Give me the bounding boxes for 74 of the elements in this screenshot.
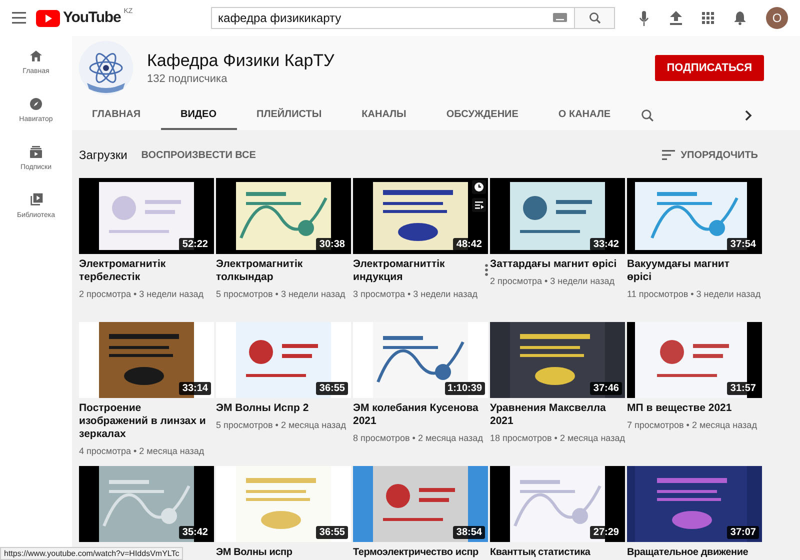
duration-badge: 38:54 [453, 526, 485, 539]
video-title[interactable]: Электромагниттік индукция [353, 258, 488, 284]
subscribe-button[interactable]: ПОДПИСАТЬСЯ [654, 55, 764, 81]
channel-tab[interactable]: О КАНАЛЕ [538, 100, 631, 130]
video-title[interactable]: Уравнения Максвелла 2021 [490, 402, 625, 428]
clock-icon[interactable] [472, 180, 486, 194]
channel-tab[interactable]: ОБСУЖДЕНИЕ [426, 100, 538, 130]
apps-grid-icon[interactable] [702, 12, 714, 24]
video-title[interactable]: Кванттық статистика [490, 546, 625, 559]
duration-badge: 33:42 [590, 238, 622, 251]
video-title[interactable]: Термоэлектричество испр [353, 546, 488, 559]
video-title[interactable]: ЭМ Волны Испр 2 [216, 402, 351, 415]
upload-icon[interactable] [670, 11, 682, 25]
video-meta: 2 просмотра • 3 недели назад [79, 288, 204, 300]
video-meta: 5 просмотров • 2 месяца назад [216, 419, 347, 431]
video-title[interactable]: МП в веществе 2021 [627, 402, 762, 415]
keyboard-icon[interactable] [553, 13, 567, 22]
video-meta: 11 просмотров • 3 недели назад [627, 288, 762, 300]
video-meta: 8 просмотров • 2 месяца назад [353, 432, 484, 444]
duration-badge: 37:46 [590, 382, 622, 395]
account-avatar[interactable]: О [766, 7, 788, 29]
duration-badge: 48:42 [453, 238, 485, 251]
search-field[interactable]: кафедра физикикарту [211, 7, 575, 29]
play-logo-icon[interactable] [36, 10, 60, 27]
video-title[interactable]: Электромагнитік толкындар [216, 258, 351, 284]
channel-tab[interactable]: ГЛАВНАЯ [72, 100, 161, 130]
channel-name: Кафедра Физики КарТУ [147, 51, 334, 71]
search-icon[interactable] [640, 108, 654, 122]
search-button[interactable] [575, 7, 615, 29]
duration-badge: 1:10:39 [444, 382, 485, 395]
video-title[interactable]: ЭМ колебания Кусенова 2021 [353, 402, 488, 428]
channel-tab[interactable]: ПЛЕЙЛИСТЫ [236, 100, 342, 130]
duration-badge: 37:54 [727, 238, 759, 251]
video-title[interactable]: Электромагнитік тербелестік [79, 258, 214, 284]
more-options-icon[interactable] [485, 264, 488, 276]
duration-badge: 30:38 [316, 238, 348, 251]
video-meta: 18 просмотров • 2 месяца назад [490, 432, 625, 444]
duration-badge: 37:07 [727, 526, 759, 539]
video-title[interactable]: ЭМ Волны испр [216, 546, 351, 559]
play-all-button[interactable]: ВОСПРОИЗВЕСТИ ВСЕ [135, 148, 262, 162]
microphone-icon[interactable] [639, 10, 649, 26]
search-icon [588, 12, 600, 24]
subscriber-count: 132 подписчика [147, 73, 228, 85]
duration-badge: 27:29 [590, 526, 622, 539]
section-title: Загрузки [79, 148, 128, 162]
duration-badge: 33:14 [179, 382, 211, 395]
duration-badge: 36:55 [316, 526, 348, 539]
duration-badge: 36:55 [316, 382, 348, 395]
channel-tab[interactable]: ВИДЕО [160, 100, 236, 130]
video-meta: 5 просмотров • 3 недели назад [216, 288, 346, 300]
chevron-right-icon[interactable] [745, 110, 752, 120]
video-meta: 4 просмотра • 2 месяца назад [79, 445, 206, 457]
sort-icon [662, 150, 675, 160]
video-title[interactable]: Построение изображений в линзах и зеркалах [79, 402, 214, 441]
channel-tab[interactable]: КАНАЛЫ [342, 100, 426, 130]
library-icon [28, 192, 44, 208]
duration-badge: 35:42 [179, 526, 211, 539]
bell-icon[interactable] [734, 11, 746, 25]
status-url: https://www.youtube.com/watch?v=HIddsVmYLTc [0, 547, 184, 560]
video-title[interactable]: Вакуумдағы магнит өрісі [627, 258, 762, 284]
menu-icon[interactable] [12, 12, 26, 24]
sort-button[interactable]: УПОРЯДОЧИТЬ [656, 148, 764, 162]
video-meta: 2 просмотра • 3 недели назад [490, 275, 616, 287]
duration-badge: 52:22 [179, 238, 211, 251]
video-title[interactable]: Вращательное движение [627, 546, 762, 559]
video-meta: 3 просмотра • 3 недели назад [353, 288, 478, 300]
compass-icon [28, 96, 44, 112]
subscriptions-icon [28, 144, 44, 160]
home-icon [28, 48, 44, 64]
logo-text[interactable]: YouTube [63, 8, 121, 28]
channel-avatar[interactable] [79, 41, 133, 95]
video-meta: 7 просмотров • 2 месяца назад [627, 419, 758, 431]
queue-icon[interactable] [472, 198, 486, 212]
video-title[interactable]: Заттардағы магнит өрісі [490, 258, 625, 271]
